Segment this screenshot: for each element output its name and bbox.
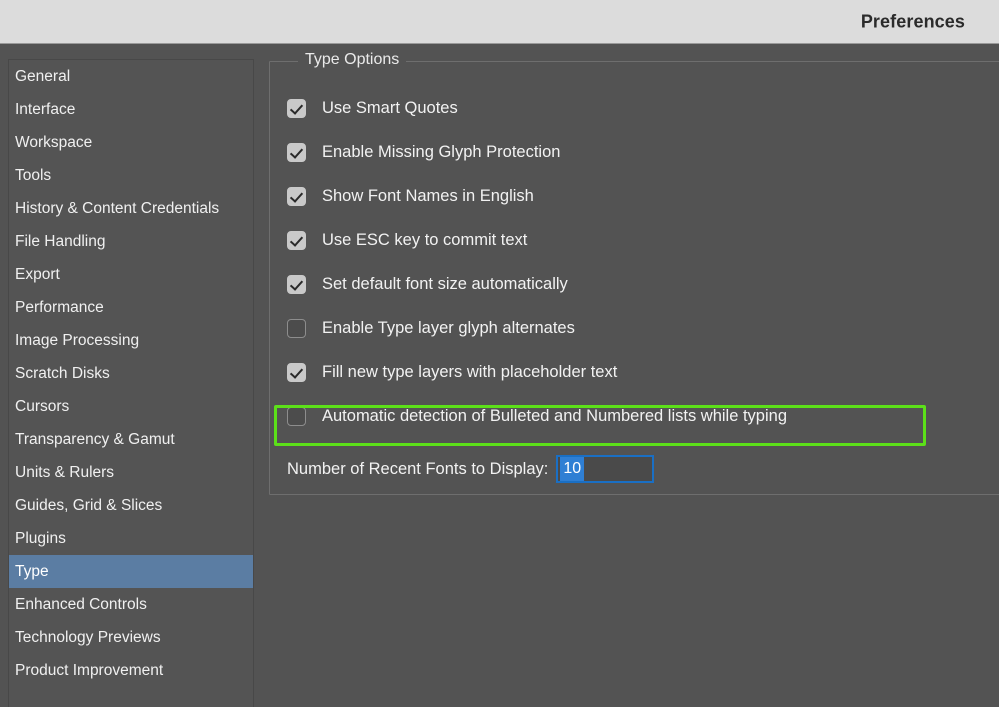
sidebar-item-type[interactable]: Type <box>9 555 253 588</box>
checkbox-checked-icon[interactable] <box>287 143 306 162</box>
sidebar-item-tools[interactable]: Tools <box>9 159 253 192</box>
sidebar-item-label: File Handling <box>15 233 105 250</box>
checkbox-checked-icon[interactable] <box>287 275 306 294</box>
sidebar-item-image-processing[interactable]: Image Processing <box>9 324 253 357</box>
preferences-category-sidebar[interactable]: General Interface Workspace Tools History & … <box>8 59 254 707</box>
option-label: Set default font size automatically <box>322 275 568 294</box>
checkbox-checked-icon[interactable] <box>287 99 306 118</box>
sidebar-item-plugins[interactable]: Plugins <box>9 522 253 555</box>
option-label: Enable Missing Glyph Protection <box>322 143 560 162</box>
sidebar-item-label: Tools <box>15 167 51 184</box>
sidebar-item-label: Guides, Grid & Slices <box>15 497 162 514</box>
sidebar-item-label: Units & Rulers <box>15 464 114 481</box>
sidebar-item-performance[interactable]: Performance <box>9 291 253 324</box>
option-label: Enable Type layer glyph alternates <box>322 319 575 338</box>
recent-fonts-value[interactable]: 10 <box>560 457 584 481</box>
sidebar-item-label: Interface <box>15 101 75 118</box>
option-label: Use ESC key to commit text <box>322 231 527 250</box>
option-row[interactable]: Fill new type layers with placeholder te… <box>271 350 617 394</box>
type-options-group: Type Options Use Smart QuotesEnable Miss… <box>269 61 999 495</box>
window-title-bar: Preferences <box>0 0 999 44</box>
recent-fonts-label: Number of Recent Fonts to Display: <box>287 460 548 479</box>
sidebar-item-product-improvement[interactable]: Product Improvement <box>9 654 253 687</box>
sidebar-item-guides-grid-slices[interactable]: Guides, Grid & Slices <box>9 489 253 522</box>
checkbox-checked-icon[interactable] <box>287 363 306 382</box>
sidebar-item-transparency-gamut[interactable]: Transparency & Gamut <box>9 423 253 456</box>
sidebar-item-technology-previews[interactable]: Technology Previews <box>9 621 253 654</box>
type-options-group-title: Type Options <box>298 51 406 69</box>
sidebar-item-interface[interactable]: Interface <box>9 93 253 126</box>
sidebar-item-label: Workspace <box>15 134 92 151</box>
sidebar-item-enhanced-controls[interactable]: Enhanced Controls <box>9 588 253 621</box>
sidebar-item-label: Image Processing <box>15 332 139 349</box>
sidebar-item-units-rulers[interactable]: Units & Rulers <box>9 456 253 489</box>
checkbox-checked-icon[interactable] <box>287 231 306 250</box>
sidebar-item-label: General <box>15 68 70 85</box>
sidebar-item-label: Scratch Disks <box>15 365 110 382</box>
option-row[interactable]: Show Font Names in English <box>271 174 534 218</box>
sidebar-item-general[interactable]: General <box>9 60 253 93</box>
preferences-body: General Interface Workspace Tools History & … <box>0 45 999 707</box>
checkbox-unchecked-icon[interactable] <box>287 407 306 426</box>
option-row[interactable]: Use Smart Quotes <box>271 86 458 130</box>
option-row[interactable]: Use ESC key to commit text <box>271 218 527 262</box>
sidebar-item-label: Type <box>15 563 49 580</box>
sidebar-item-scratch-disks[interactable]: Scratch Disks <box>9 357 253 390</box>
sidebar-item-label: Performance <box>15 299 104 316</box>
sidebar-item-label: Cursors <box>15 398 69 415</box>
option-label: Fill new type layers with placeholder te… <box>322 363 617 382</box>
sidebar-item-label: History & Content Credentials <box>15 200 219 217</box>
option-label: Use Smart Quotes <box>322 99 458 118</box>
option-row[interactable]: Enable Type layer glyph alternates <box>271 306 575 350</box>
sidebar-item-label: Transparency & Gamut <box>15 431 175 448</box>
recent-fonts-input[interactable]: 10 <box>556 455 654 483</box>
sidebar-item-label: Technology Previews <box>15 629 161 646</box>
option-row[interactable]: Enable Missing Glyph Protection <box>271 130 560 174</box>
sidebar-item-workspace[interactable]: Workspace <box>9 126 253 159</box>
sidebar-item-label: Plugins <box>15 530 66 547</box>
checkbox-checked-icon[interactable] <box>287 187 306 206</box>
option-label: Show Font Names in English <box>322 187 534 206</box>
sidebar-item-cursors[interactable]: Cursors <box>9 390 253 423</box>
sidebar-item-label: Product Improvement <box>15 662 163 679</box>
page-title: Preferences <box>861 11 965 32</box>
sidebar-item-file-handling[interactable]: File Handling <box>9 225 253 258</box>
sidebar-item-export[interactable]: Export <box>9 258 253 291</box>
sidebar-item-label: Export <box>15 266 60 283</box>
sidebar-item-history-content-credentials[interactable]: History & Content Credentials <box>9 192 253 225</box>
checkbox-unchecked-icon[interactable] <box>287 319 306 338</box>
sidebar-item-label: Enhanced Controls <box>15 596 147 613</box>
recent-fonts-row: Number of Recent Fonts to Display: 10 <box>287 453 654 485</box>
option-label: Automatic detection of Bulleted and Numb… <box>322 407 787 426</box>
option-row[interactable]: Automatic detection of Bulleted and Numb… <box>271 394 787 438</box>
option-row[interactable]: Set default font size automatically <box>271 262 568 306</box>
